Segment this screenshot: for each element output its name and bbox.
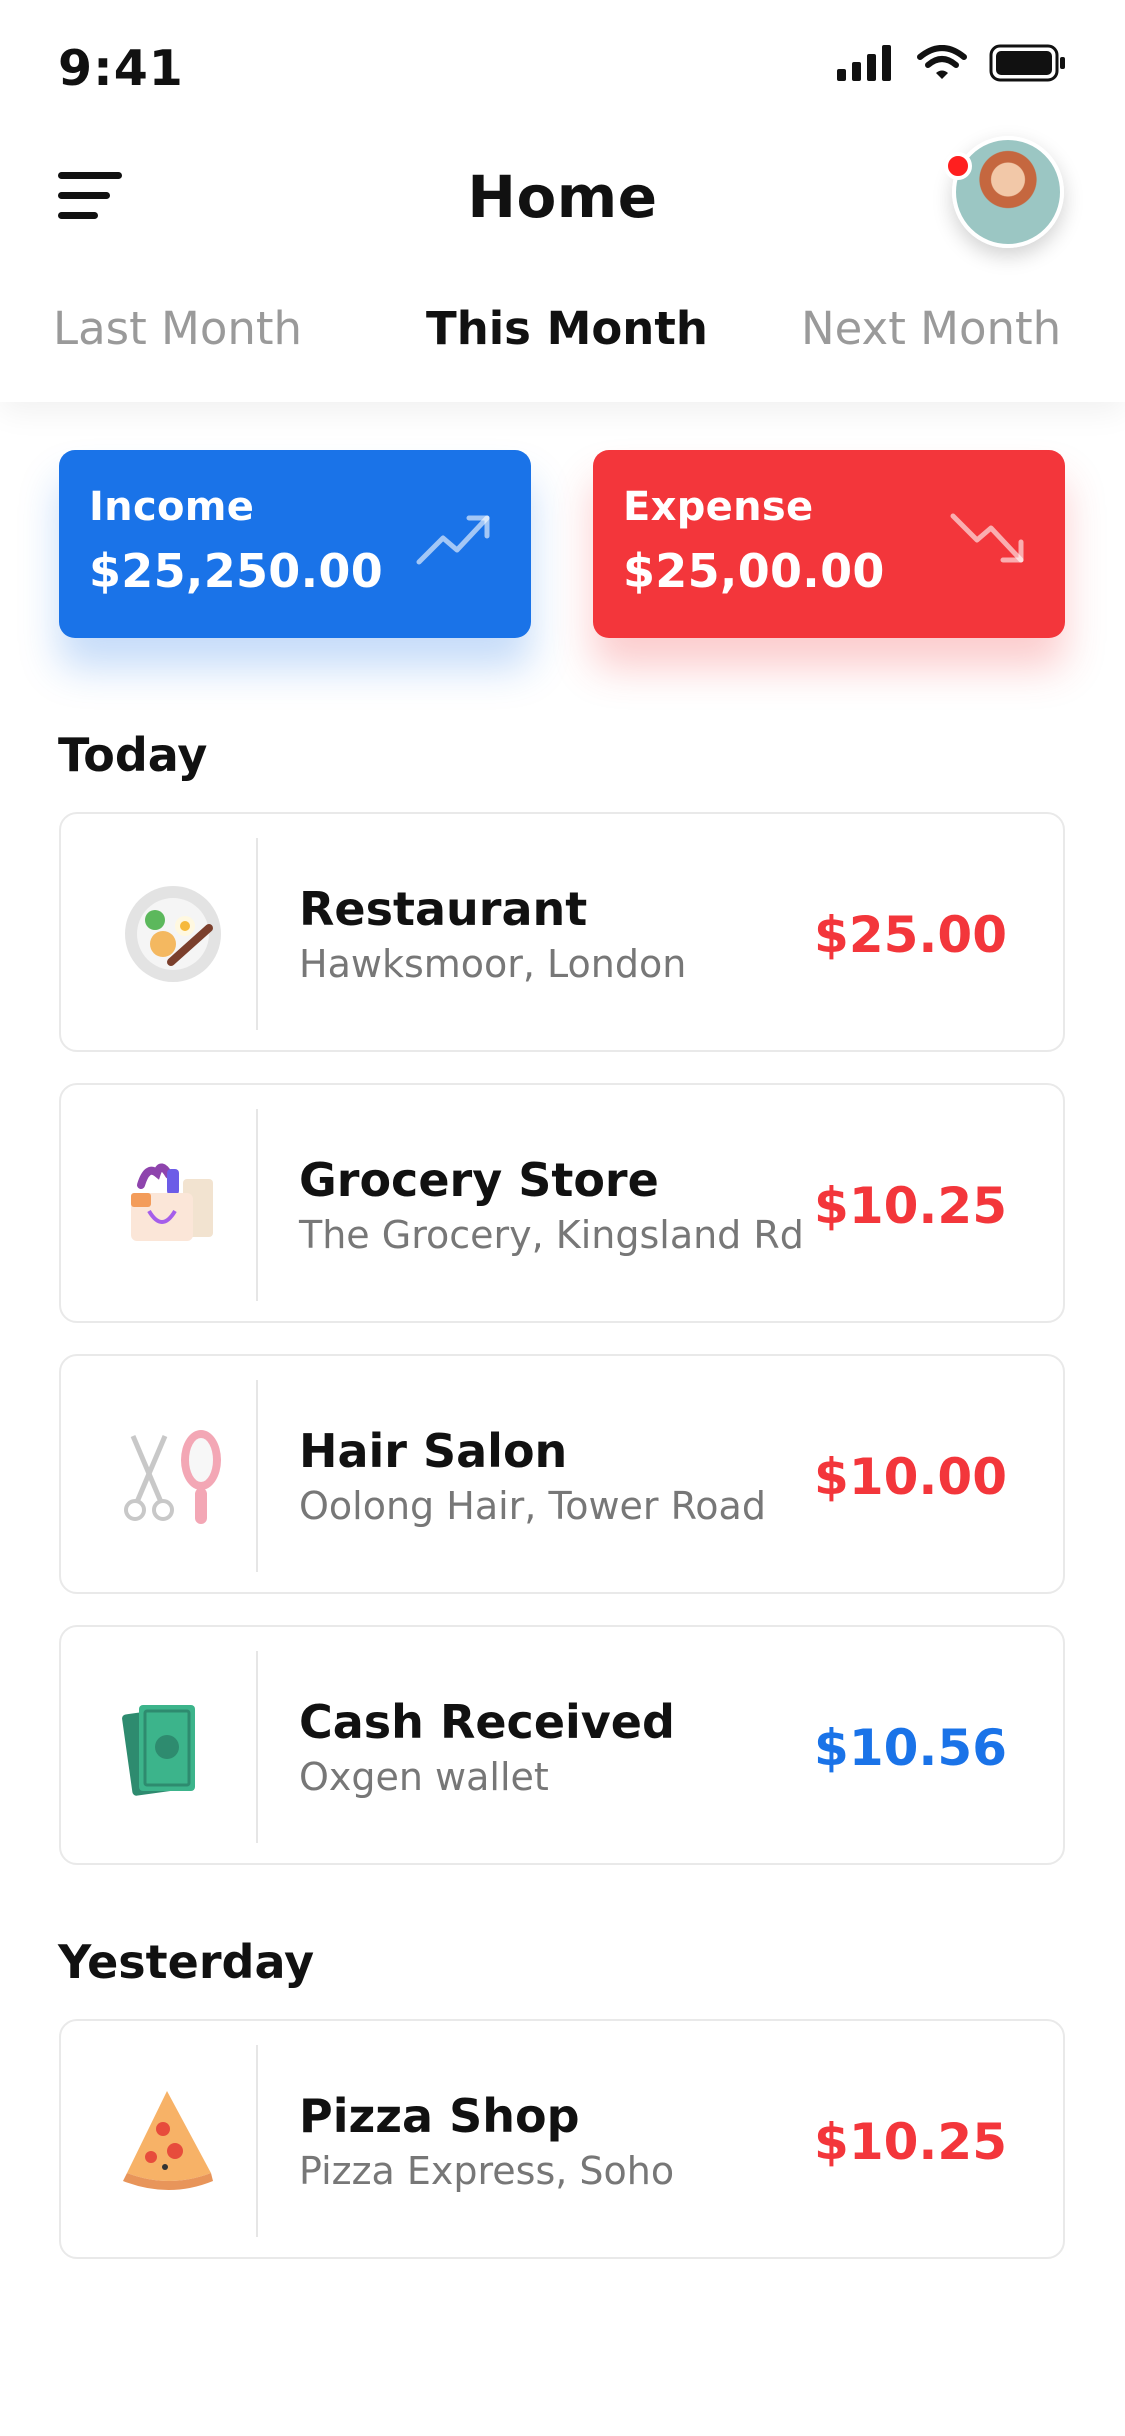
row-divider: [256, 1651, 258, 1843]
month-tabs: Last Month This Month Next Month: [0, 302, 1125, 362]
scissors-brush-icon: [124, 1430, 221, 1524]
transaction-subtitle: Oolong Hair, Tower Road: [299, 1484, 766, 1528]
avatar[interactable]: [952, 136, 1064, 248]
trend-down-icon: [950, 513, 1024, 563]
row-divider: [256, 2045, 258, 2237]
transaction-amount: $10.00: [814, 1448, 1007, 1506]
transaction-name: Restaurant: [299, 882, 588, 936]
transaction-name: Hair Salon: [299, 1424, 568, 1478]
transaction-amount: $10.25: [814, 2113, 1007, 2171]
income-card[interactable]: Income $25,250.00: [59, 450, 531, 638]
expense-card[interactable]: Expense $25,00.00: [593, 450, 1065, 638]
transaction-subtitle: Oxgen wallet: [299, 1755, 549, 1799]
transaction-name: Pizza Shop: [299, 2089, 580, 2143]
restaurant-plate-icon: [125, 886, 221, 982]
status-time: 9:41: [58, 40, 184, 97]
transaction-row[interactable]: Restaurant Hawksmoor, London $25.00: [59, 812, 1065, 1052]
transaction-subtitle: The Grocery, Kingsland Rd: [299, 1213, 804, 1257]
row-divider: [256, 1380, 258, 1572]
transaction-subtitle: Hawksmoor, London: [299, 942, 687, 986]
row-divider: [256, 838, 258, 1030]
transaction-amount: $10.25: [814, 1177, 1007, 1235]
transaction-name: Grocery Store: [299, 1153, 659, 1207]
wifi-icon: [917, 45, 967, 79]
top-bar: 9:41 Home Last Month This Month Next Mon…: [0, 0, 1125, 402]
battery-icon: [989, 44, 1065, 82]
row-divider: [256, 1109, 258, 1301]
pizza-slice-icon: [123, 2091, 213, 2190]
transaction-row[interactable]: Cash Received Oxgen wallet $10.56: [59, 1625, 1065, 1865]
notification-dot: [944, 152, 972, 180]
status-icons: [837, 44, 1067, 82]
section-title-yesterday: Yesterday: [58, 1935, 315, 1989]
tab-next-month[interactable]: Next Month: [801, 302, 1061, 355]
tab-last-month[interactable]: Last Month: [53, 302, 302, 355]
transaction-row[interactable]: Pizza Shop Pizza Express, Soho $10.25: [59, 2019, 1065, 2259]
tab-this-month[interactable]: This Month: [426, 302, 708, 355]
cash-icon: [122, 1705, 195, 1796]
trend-up-icon: [416, 515, 490, 565]
transaction-amount: $25.00: [814, 906, 1007, 964]
transaction-amount: $10.56: [814, 1719, 1007, 1777]
signal-icon: [837, 45, 891, 81]
transaction-subtitle: Pizza Express, Soho: [299, 2149, 675, 2193]
grocery-bag-icon: [131, 1163, 213, 1241]
section-title-today: Today: [58, 728, 208, 782]
transaction-row[interactable]: Hair Salon Oolong Hair, Tower Road $10.0…: [59, 1354, 1065, 1594]
transaction-name: Cash Received: [299, 1695, 675, 1749]
transaction-row[interactable]: Grocery Store The Grocery, Kingsland Rd …: [59, 1083, 1065, 1323]
